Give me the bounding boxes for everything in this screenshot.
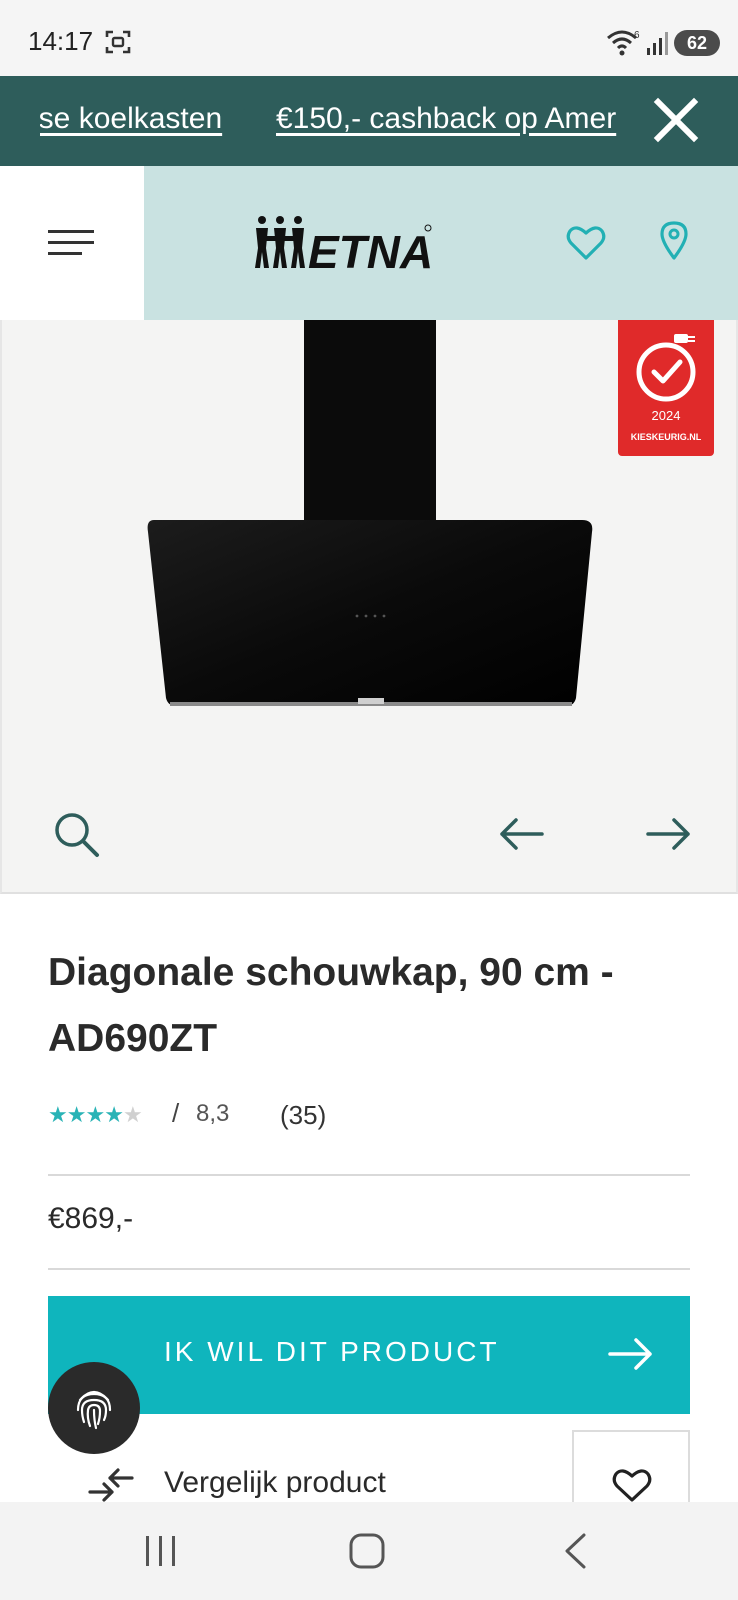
rating-separator: / [172,1098,180,1128]
wifi-icon: 6 [607,30,640,56]
award-site: KIESKEURIG.NL [630,432,702,442]
heart-icon [612,1469,652,1502]
arrow-right-icon [608,1338,652,1370]
product-image-hood [147,520,593,706]
promo-link-koelkasten[interactable]: nse koelkasten [40,102,222,136]
star-icon: ★ [48,1102,68,1127]
location-pin-icon[interactable] [658,220,690,260]
svg-text:6: 6 [634,30,640,41]
award-check-icon [636,334,696,402]
battery-icon: 62 [674,30,720,56]
compare-icon[interactable] [88,1466,134,1506]
product-price: €869,- [48,1202,134,1235]
arrow-right-icon[interactable] [646,816,692,852]
hamburger-menu-icon[interactable] [48,228,94,258]
product-rating[interactable]: ★★★★★ / 8,3 (35) [48,1098,688,1134]
fingerprint-button[interactable] [48,1362,140,1454]
promo-banner: nse koelkasten €150,- cashback op Amer [0,76,738,166]
rating-score: 8,3 [196,1100,230,1127]
divider [48,1268,690,1270]
star-empty-icon: ★ [122,1102,143,1127]
etna-logo[interactable]: ETNA [254,214,434,274]
divider [48,1174,690,1176]
system-nav-bar [0,1502,738,1600]
cta-label: IK WIL DIT PRODUCT [164,1336,500,1367]
header-brand-area [144,166,738,320]
add-to-cart-button[interactable]: IK WIL DIT PRODUCT [48,1296,690,1414]
award-badge: 2024 KIESKEURIG.NL [618,320,714,456]
status-time: 14:17 [28,26,94,56]
promo-link-cashback[interactable]: €150,- cashback op Amer [276,102,616,136]
arrow-left-icon[interactable] [498,816,544,852]
zoom-icon[interactable] [52,810,102,860]
status-bar: 14:17 6 62 [0,0,738,76]
back-icon[interactable] [562,1532,588,1570]
site-header: ETNA [0,166,738,320]
product-title: Diagonale schouwkap, 90 cm - AD690ZT [48,951,614,1060]
close-icon[interactable] [652,96,700,144]
star-icon: ★ [104,1102,124,1127]
compare-product-link[interactable]: Vergelijk product [164,1466,386,1500]
heart-icon[interactable] [566,224,606,262]
screenshot-icon [105,30,131,54]
product-gallery[interactable]: 2024 KIESKEURIG.NL [0,320,738,894]
recent-apps-icon[interactable] [144,1534,178,1568]
star-icon: ★ [85,1102,105,1127]
star-icon: ★ [66,1102,87,1127]
product-image-chimney [304,320,436,520]
rating-stars: ★★★★★ [48,1102,143,1128]
review-count[interactable]: (35) [280,1100,326,1131]
promo-marquee: nse koelkasten €150,- cashback op Amer [40,76,636,166]
logo-text: ETNA [308,226,433,274]
award-year: 2024 [651,408,681,423]
signal-icon [647,32,668,55]
header-menu-area [0,166,144,320]
fingerprint-icon [76,1390,112,1430]
home-icon[interactable] [348,1532,386,1570]
